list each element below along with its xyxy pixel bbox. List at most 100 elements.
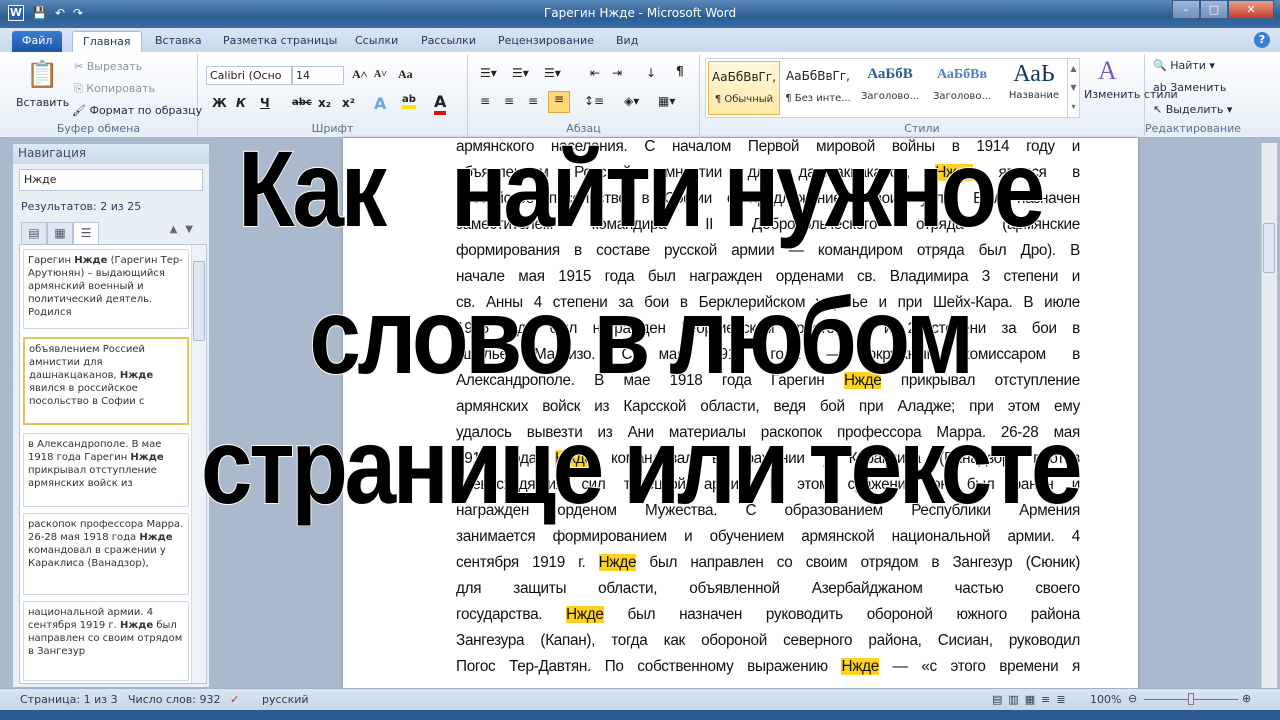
result-match: Нжде	[119, 620, 154, 631]
font-name-select[interactable]: Calibri (Осно	[206, 66, 292, 85]
numbering-icon[interactable]: ☰▾	[512, 66, 529, 80]
style-no-spacing[interactable]: АаБбВвГг, ¶ Без инте...	[782, 61, 854, 115]
document-line: Зангезура (Капан), тогда как обороной се…	[456, 628, 1080, 654]
align-right-icon[interactable]: ≡	[528, 94, 538, 108]
bold-button[interactable]: Ж	[212, 96, 227, 110]
search-highlight: Нжде	[841, 658, 879, 675]
superscript-button[interactable]: x²	[342, 96, 355, 110]
word-count[interactable]: Число слов: 932	[128, 693, 221, 706]
maximize-button[interactable]: □	[1200, 0, 1228, 19]
status-bar: Страница: 1 из 3 Число слов: 932 ✓ русск…	[0, 688, 1280, 710]
text-segment: был назначен руководить обороной южного …	[603, 606, 1080, 623]
italic-button[interactable]: К	[236, 96, 246, 110]
tab-view[interactable]: Вид	[606, 31, 648, 52]
ribbon: 📋 Вставить ✂ Вырезать ⎘ Копировать 🖌 Фор…	[0, 52, 1280, 138]
style-heading-1[interactable]: АаБбВ Заголово...	[854, 61, 926, 115]
font-size-select[interactable]: 14	[292, 66, 344, 85]
tab-home[interactable]: Главная	[72, 31, 142, 52]
page-count[interactable]: Страница: 1 из 3	[20, 693, 118, 706]
paste-icon[interactable]: 📋	[26, 60, 58, 90]
paragraph-group: ☰▾ ☰▾ ☰▾ ⇤ ⇥ ↓ ¶ ≡ ≡ ≡ ≡ ↕≡ ◈▾ ▦▾ Абзац	[468, 54, 700, 136]
format-painter-button[interactable]: 🖌 Формат по образцу	[72, 104, 202, 117]
search-result-item[interactable]: национальной армии. 4 сентября 1919 г. Н…	[23, 601, 189, 681]
ribbon-tabs: Файл Главная Вставка Разметка страницы С…	[0, 28, 1280, 52]
multilevel-list-icon[interactable]: ☰▾	[544, 66, 561, 80]
zoom-level[interactable]: 100%	[1090, 693, 1121, 706]
bullets-icon[interactable]: ☰▾	[480, 66, 497, 80]
shading-icon[interactable]: ◈▾	[624, 94, 639, 108]
style-heading-2[interactable]: АаБбВв Заголово...	[926, 61, 998, 115]
font-group: Calibri (Осно 14 A˄ A˅ Aa Ж К Ч abc x₂ x…	[198, 54, 468, 136]
style-title[interactable]: АаЬ Название	[998, 61, 1070, 115]
vertical-scrollbar[interactable]	[1261, 143, 1277, 688]
paste-button[interactable]: Вставить	[16, 96, 69, 109]
result-match: Нжде	[139, 532, 173, 543]
tab-page-layout[interactable]: Разметка страницы	[213, 31, 347, 52]
copy-button[interactable]: ⎘ Копировать	[74, 82, 155, 96]
select-label: Выделить	[1165, 103, 1224, 116]
style-sample: АаБбВв	[936, 67, 988, 82]
cut-button[interactable]: ✂ Вырезать	[74, 60, 142, 73]
copy-label: Копировать	[86, 82, 156, 95]
text-segment: Зангезура (Капан), тогда как обороной се…	[456, 632, 1080, 649]
align-left-icon[interactable]: ≡	[480, 94, 490, 108]
pages-tab-icon[interactable]: ▦	[47, 222, 73, 244]
text-segment: сентября 1919 г.	[456, 554, 599, 571]
tab-references[interactable]: Ссылки	[345, 31, 408, 52]
view-buttons[interactable]: ▤▥▦≡≣	[992, 693, 1072, 706]
select-button[interactable]: ↖ Выделить ▾	[1153, 103, 1232, 116]
text-segment: — «с этого времени я	[878, 658, 1081, 675]
increase-indent-icon[interactable]: ⇥	[612, 66, 622, 80]
headings-tab-icon[interactable]: ▤	[21, 222, 47, 244]
text-segment: был направлен со своим отрядом в Зангезу…	[636, 554, 1080, 571]
window-frame	[0, 710, 1280, 720]
text-segment: для защиты области, объявленной Азербайд…	[456, 580, 1080, 597]
change-case-button[interactable]: Aa	[398, 67, 413, 82]
document-line: сентября 1919 г. Нжде был направлен со с…	[456, 550, 1080, 576]
language[interactable]: русский	[262, 693, 309, 706]
find-button[interactable]: 🔍 Найти ▾	[1153, 59, 1215, 72]
highlight-color-icon[interactable]: ab	[402, 94, 416, 109]
borders-icon[interactable]: ▦▾	[658, 94, 675, 108]
style-sample: АаБбВ	[867, 66, 913, 82]
tab-file[interactable]: Файл	[12, 31, 63, 52]
clipboard-group-label: Буфер обмена	[56, 122, 141, 135]
search-result-item[interactable]: раскопок профессора Марра. 26-28 мая 191…	[23, 513, 189, 595]
underline-button[interactable]: Ч	[260, 96, 270, 110]
replace-label: Заменить	[1170, 81, 1227, 94]
text-segment: занимается формированием и обучением арм…	[456, 528, 1080, 545]
zoom-slider[interactable]: ⊖ ⊕	[1128, 692, 1254, 707]
decrease-indent-icon[interactable]: ⇤	[590, 66, 600, 80]
close-button[interactable]: ✕	[1228, 0, 1274, 19]
document-line: государства. Нжде был назначен руководит…	[456, 602, 1080, 628]
sort-icon[interactable]: ↓	[646, 66, 656, 80]
proofing-icon[interactable]: ✓	[230, 693, 239, 706]
format-painter-label: Формат по образцу	[89, 104, 203, 117]
text-effects-icon[interactable]: A	[374, 94, 386, 113]
shrink-font-button[interactable]: A˅	[374, 69, 387, 80]
tab-insert[interactable]: Вставка	[145, 31, 212, 52]
tab-mailings[interactable]: Рассылки	[411, 31, 486, 52]
text-segment: Погос Тер-Давтян. По собственному выраже…	[456, 658, 842, 675]
grow-font-button[interactable]: A˄	[352, 67, 368, 82]
show-marks-button[interactable]: ¶	[676, 64, 684, 78]
tab-review[interactable]: Рецензирование	[488, 31, 604, 52]
result-match: Нжде	[74, 255, 108, 266]
style-name: Заголово...	[861, 91, 919, 102]
line-spacing-icon[interactable]: ↕≡	[584, 94, 604, 108]
subscript-button[interactable]: x₂	[318, 96, 331, 110]
editing-group: 🔍 Найти ▾ ab Заменить ↖ Выделить ▾ Редак…	[1145, 54, 1241, 136]
overlay-title-line-1: Как найти нужное	[237, 128, 1046, 249]
help-icon[interactable]: ?	[1254, 32, 1270, 48]
minimize-button[interactable]: –	[1172, 0, 1200, 19]
font-color-icon[interactable]: A	[434, 92, 447, 115]
replace-button[interactable]: ab Заменить	[1153, 81, 1226, 94]
align-center-icon[interactable]: ≡	[504, 94, 514, 108]
strikethrough-button[interactable]: abc	[292, 97, 312, 108]
style-normal[interactable]: АаБбВвГг, ¶ Обычный	[708, 61, 780, 115]
style-name: ¶ Обычный	[714, 94, 774, 105]
justify-icon[interactable]: ≡	[548, 91, 570, 113]
style-sample: АаБбВвГг,	[786, 69, 850, 83]
overlay-title-line-3: странице или тексте	[200, 405, 1083, 526]
styles-scroll[interactable]: ▲ ▼ ▾	[1067, 59, 1079, 117]
